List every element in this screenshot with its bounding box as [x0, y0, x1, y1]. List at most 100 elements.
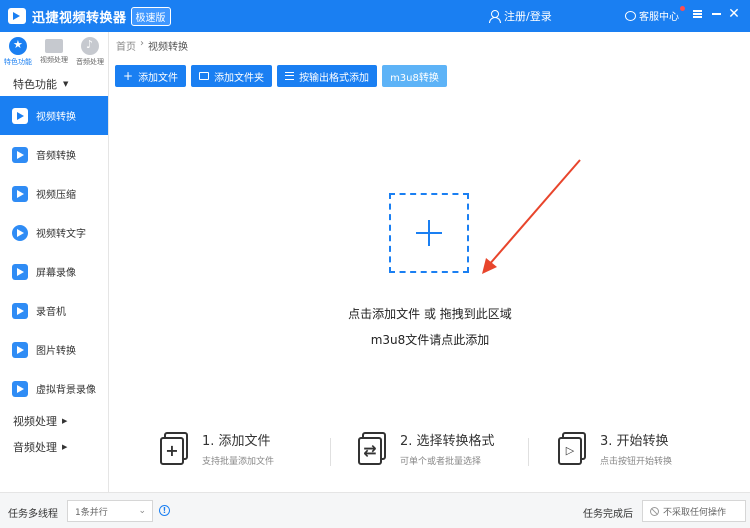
sidebar-item-audio-convert[interactable]: 音频转换 [0, 135, 108, 174]
star-icon [9, 37, 27, 55]
image-convert-icon [12, 341, 28, 358]
minimize-icon [711, 13, 721, 15]
clapperboard-icon: ▷ [558, 431, 590, 466]
close-icon: ✕ [728, 6, 740, 22]
step-add-file: + 1. 添加文件 支持批量添加文件 [160, 430, 274, 467]
add-folder-button[interactable]: 添加文件夹 [191, 65, 273, 87]
menu-button[interactable] [690, 7, 704, 21]
plus-icon: + [123, 69, 134, 83]
step-divider [330, 438, 331, 466]
customer-service-button[interactable]: 客服中心 [625, 8, 679, 23]
section-title: 特色功能 [13, 78, 57, 91]
sidebar-item-label: 虚拟背景录像 [36, 385, 96, 396]
m3u8-hint-link[interactable]: m3u8文件请点此添加 [300, 331, 560, 348]
step-title: 1. 添加文件 [202, 434, 271, 449]
section-label: 音频处理 [13, 441, 57, 454]
breadcrumb-home[interactable]: 首页 [116, 38, 136, 53]
list-icon [285, 72, 295, 80]
section-video-processing[interactable]: 视频处理 ▶ [0, 408, 108, 434]
step-title: 3. 开始转换 [600, 434, 669, 449]
steps-guide: + 1. 添加文件 支持批量添加文件 ⇄ 2. 选择转换格式 可单个或者批量选择… [110, 430, 750, 480]
video-convert-icon [12, 107, 28, 124]
threads-select[interactable]: 1条并行 ⌄ [67, 500, 153, 522]
threads-label: 任务多线程 [8, 509, 58, 520]
edition-badge: 极速版 [130, 6, 171, 26]
step-title: 2. 选择转换格式 [400, 434, 495, 449]
chevron-down-icon: ⌄ [138, 506, 146, 516]
folder-icon [199, 72, 210, 80]
music-icon [81, 37, 99, 55]
sidebar-item-screen-record[interactable]: 屏幕录像 [0, 252, 108, 291]
section-label: 视频处理 [13, 415, 57, 428]
user-icon [489, 10, 501, 23]
hint-arrow-icon [482, 159, 581, 274]
app-title: 迅捷视频转换器 [32, 10, 127, 26]
login-button[interactable]: 注册/登录 [489, 8, 552, 24]
section-audio-processing[interactable]: 音频处理 ▶ [0, 434, 108, 460]
close-button[interactable]: ✕ [727, 6, 741, 22]
step-subtitle: 点击按钮开始转换 [600, 457, 673, 467]
title-bar: 迅捷视频转换器 极速版 注册/登录 客服中心 ✕ [0, 0, 750, 32]
sidebar-item-image-convert[interactable]: 图片转换 [0, 330, 108, 369]
breadcrumb-current: 视频转换 [148, 42, 188, 53]
add-file-icon: + [160, 431, 192, 466]
film-icon [45, 39, 63, 53]
add-by-format-button[interactable]: 按输出格式添加 [277, 65, 378, 87]
video-to-text-icon [12, 224, 28, 241]
recorder-icon [12, 302, 28, 319]
sidebar-item-video-convert[interactable]: 视频转换 [0, 96, 108, 135]
topnav-label: 视频处理 [40, 56, 68, 64]
add-folder-label: 添加文件夹 [214, 72, 265, 84]
sidebar-item-video-to-text[interactable]: 视频转文字 [0, 213, 108, 252]
convert-format-icon: ⇄ [358, 431, 390, 466]
video-compress-icon [12, 185, 28, 202]
add-file-label: 添加文件 [138, 72, 179, 84]
sidebar-item-label: 视频转换 [36, 112, 76, 123]
breadcrumb: 首页 › 视频转换 [116, 38, 188, 53]
step-start-convert: ▷ 3. 开始转换 点击按钮开始转换 [558, 430, 672, 467]
sidebar-item-virtual-bg[interactable]: 虚拟背景录像 [0, 369, 108, 408]
topnav-audio[interactable]: 音频处理 [72, 32, 108, 72]
drop-hint-text: 点击添加文件 或 拖拽到此区域 [348, 307, 512, 321]
toolbar: + 添加文件 添加文件夹 按输出格式添加 m3u8转换 [115, 65, 447, 87]
m3u8-convert-button[interactable]: m3u8转换 [382, 65, 447, 87]
step-subtitle: 可单个或者批量选择 [400, 457, 482, 467]
login-label: 注册/登录 [504, 10, 552, 23]
drop-zone[interactable] [389, 193, 469, 273]
screen-record-icon [12, 263, 28, 280]
caret-right-icon: ▶ [62, 443, 68, 451]
sidebar-item-label: 录音机 [36, 307, 66, 318]
caret-right-icon: ▶ [62, 417, 68, 425]
add-file-button[interactable]: + 添加文件 [115, 65, 187, 87]
plus-icon [416, 220, 442, 246]
hamburger-icon [692, 13, 702, 15]
service-label: 客服中心 [639, 12, 679, 23]
topnav-label: 音频处理 [76, 58, 104, 66]
status-bar: 任务多线程 1条并行 ⌄ ! 任务完成后 不采取任何操作 [0, 492, 750, 528]
topnav-label: 特色功能 [4, 58, 32, 66]
sidebar: 特色功能 视频处理 音频处理 特色功能 ▼ 视频转换 音频转换 视频压缩 视频转… [0, 32, 109, 492]
topnav-video[interactable]: 视频处理 [36, 32, 72, 72]
chat-icon [625, 10, 636, 21]
info-icon[interactable]: ! [159, 505, 170, 516]
breadcrumb-separator: › [140, 38, 144, 49]
app-logo-icon [8, 8, 26, 24]
step-subtitle: 支持批量添加文件 [202, 457, 275, 467]
after-task-label: 任务完成后 [583, 509, 633, 520]
m3u8-label: m3u8转换 [390, 72, 439, 84]
notification-dot [680, 6, 685, 11]
add-by-format-label: 按输出格式添加 [299, 72, 370, 84]
sidebar-item-label: 屏幕录像 [36, 268, 76, 279]
sidebar-top-nav: 特色功能 视频处理 音频处理 [0, 32, 108, 72]
sidebar-item-video-compress[interactable]: 视频压缩 [0, 174, 108, 213]
topnav-featured[interactable]: 特色功能 [0, 32, 36, 72]
after-task-select[interactable]: 不采取任何操作 [642, 500, 746, 522]
virtual-background-icon [12, 380, 28, 397]
step-select-format: ⇄ 2. 选择转换格式 可单个或者批量选择 [358, 430, 495, 467]
sidebar-item-label: 视频压缩 [36, 190, 76, 201]
sidebar-item-recorder[interactable]: 录音机 [0, 291, 108, 330]
minimize-button[interactable] [709, 7, 723, 21]
ban-icon [650, 506, 659, 516]
section-featured[interactable]: 特色功能 ▼ [0, 72, 108, 96]
sidebar-item-label: 音频转换 [36, 151, 76, 162]
